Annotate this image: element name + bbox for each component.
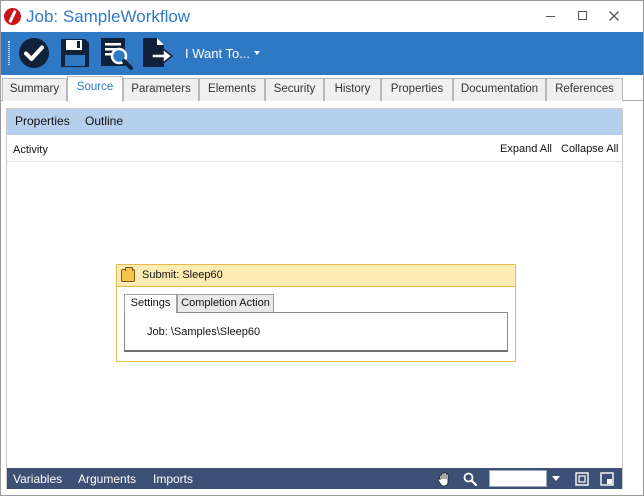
sub-navigation: Properties Outline	[7, 109, 622, 135]
overview-icon	[600, 472, 614, 486]
save-close-icon	[19, 38, 49, 68]
save-button[interactable]	[57, 35, 93, 71]
close-icon	[609, 11, 619, 21]
zoom-dropdown-icon[interactable]	[552, 476, 560, 481]
expand-all-link[interactable]: Expand All	[500, 143, 552, 155]
activity-label: Activity	[13, 144, 48, 156]
tab-references[interactable]: References	[546, 78, 623, 101]
save-icon	[61, 39, 89, 67]
tab-settings[interactable]: Settings	[124, 294, 177, 313]
tab-elements[interactable]: Elements	[199, 78, 265, 101]
minimize-icon	[546, 16, 555, 17]
collapse-all-link[interactable]: Collapse All	[561, 143, 618, 155]
tab-properties[interactable]: Properties	[381, 78, 453, 101]
activity-card-title: Submit: Sleep60	[142, 269, 223, 281]
hand-icon	[437, 472, 449, 487]
close-button[interactable]	[606, 8, 622, 24]
imports-button[interactable]: Imports	[153, 472, 193, 486]
fit-screen-icon	[575, 472, 589, 486]
validate-icon	[101, 38, 133, 70]
variables-button[interactable]: Variables	[13, 472, 62, 486]
tab-documentation[interactable]: Documentation	[453, 78, 546, 101]
maximize-button[interactable]	[575, 8, 591, 24]
activity-card[interactable]: Submit: Sleep60 Settings Completion Acti…	[116, 264, 516, 362]
zoom-input[interactable]	[489, 470, 547, 487]
tab-parameters[interactable]: Parameters	[123, 78, 199, 101]
pan-button[interactable]	[436, 471, 452, 487]
briefcase-icon	[121, 267, 135, 282]
window-title: Job: SampleWorkflow	[26, 7, 191, 26]
export-button[interactable]	[139, 35, 175, 71]
i-want-to-label: I Want To...	[185, 46, 251, 61]
validate-button[interactable]	[98, 35, 134, 71]
activity-bar: Activity Expand All Collapse All	[7, 135, 622, 162]
fit-to-screen-button[interactable]	[574, 471, 590, 487]
toolbar: I Want To...	[1, 32, 643, 75]
magnifier-icon	[463, 472, 478, 487]
toolbar-grip	[8, 41, 10, 65]
tab-security[interactable]: Security	[265, 78, 324, 101]
subnav-properties[interactable]: Properties	[15, 114, 70, 128]
tab-source[interactable]: Source	[67, 76, 123, 102]
tab-history[interactable]: History	[324, 78, 381, 101]
job-path-field[interactable]: Job: \Samples\Sleep60	[147, 326, 260, 338]
job-window: Job: SampleWorkflow I Want To... Summary…	[0, 0, 644, 496]
designer-bottom-bar: Variables Arguments Imports	[7, 468, 622, 489]
tab-completion-action[interactable]: Completion Action	[177, 294, 274, 312]
tab-summary[interactable]: Summary	[2, 78, 67, 101]
title-bar: Job: SampleWorkflow	[1, 1, 643, 32]
save-close-button[interactable]	[16, 35, 52, 71]
export-icon	[143, 38, 174, 67]
minimize-button[interactable]	[543, 8, 559, 24]
tab-strip: Summary Source Parameters Elements Secur…	[1, 75, 643, 102]
overview-button[interactable]	[599, 471, 615, 487]
settings-panel: Job: \Samples\Sleep60	[124, 312, 508, 352]
maximize-icon	[578, 11, 587, 20]
activity-card-header[interactable]: Submit: Sleep60	[117, 265, 515, 287]
source-panel: Properties Outline Activity Expand All C…	[6, 108, 623, 489]
app-logo-icon	[4, 8, 21, 25]
arguments-button[interactable]: Arguments	[78, 472, 136, 486]
subnav-outline[interactable]: Outline	[85, 114, 123, 128]
zoom-button[interactable]	[462, 471, 478, 487]
chevron-down-icon	[254, 51, 261, 55]
i-want-to-menu[interactable]: I Want To...	[185, 46, 261, 61]
